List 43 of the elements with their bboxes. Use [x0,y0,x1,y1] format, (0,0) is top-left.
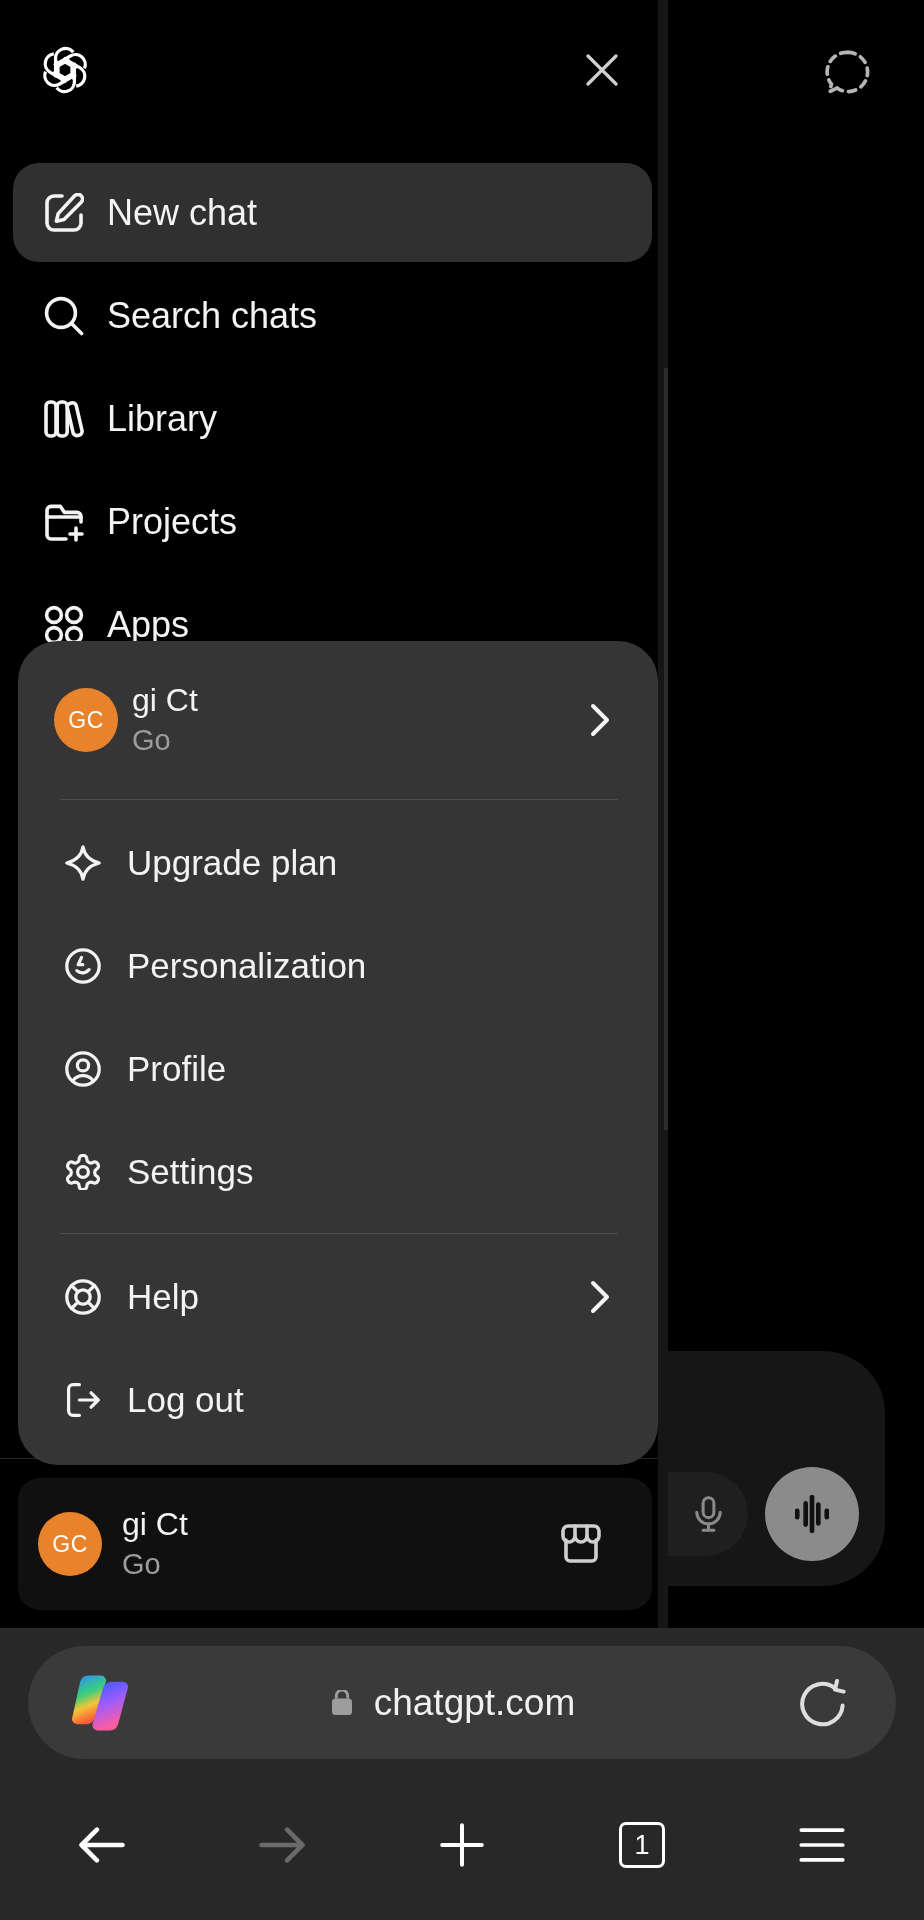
microphone-icon [694,1496,722,1532]
storefront-icon[interactable] [561,1524,601,1564]
forward-arrow-icon [259,1827,305,1863]
menu-icon [799,1827,845,1863]
menu-item[interactable]: Log out [18,1348,658,1451]
back-arrow-icon [79,1827,125,1863]
four-circles-icon [44,604,84,645]
sidebar-item[interactable]: New chat [13,163,652,262]
smile-circle-icon [65,947,101,984]
sidebar-item[interactable]: Apps [13,575,652,674]
menu-item[interactable]: Personalization [18,914,658,1017]
close-icon[interactable] [586,54,618,86]
account-name: gi Ct [122,1507,188,1543]
menu-item[interactable]: Help [18,1245,658,1348]
menu-item[interactable]: Settings [18,1120,658,1223]
lifebuoy-icon [65,1278,101,1315]
address-bar[interactable]: chatgpt.com [28,1646,896,1759]
search-icon [44,295,84,336]
account-card[interactable]: GC gi Ct Go [18,1478,652,1610]
menu-item[interactable]: Profile [18,1017,658,1120]
account-plan: Go [122,1548,161,1581]
sparkle-icon [65,844,101,881]
url-text: chatgpt.com [373,1681,576,1724]
sidebar-item[interactable]: Library [13,369,652,468]
account-name: gi Ct [132,683,198,719]
avatar: GC [38,1512,102,1576]
avatar: GC [54,688,118,752]
mic-button[interactable] [668,1472,748,1556]
reload-icon[interactable] [799,1678,847,1727]
waveform-icon [795,1495,829,1533]
tabs-button[interactable]: 1 [619,1822,665,1868]
settings-icon [65,1153,101,1190]
dashed-chat-bubble-icon[interactable] [825,49,871,95]
sidebar-item[interactable]: Search chats [13,266,652,365]
user-circle-icon [65,1050,101,1087]
ribbon-logo-icon[interactable] [72,1674,128,1731]
account-plan: Go [132,724,171,757]
pencil-square-icon [44,192,84,233]
plus-icon [440,1823,484,1867]
menu-item[interactable]: Upgrade plan [18,811,658,914]
sidebar-item[interactable]: Projects [13,472,652,571]
books-icon [44,398,84,439]
logout-icon [65,1381,101,1418]
